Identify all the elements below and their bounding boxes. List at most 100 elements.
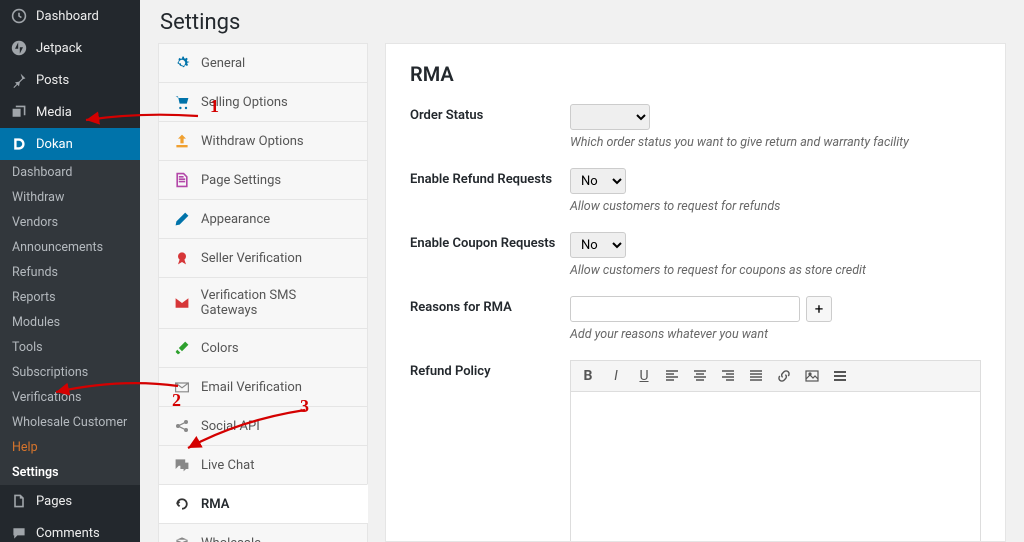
chat-icon [173,456,191,474]
nav-label: Posts [36,73,69,88]
nav-media[interactable]: Media [0,96,140,128]
reasons-desc: Add your reasons whatever you want [570,327,981,342]
tab-general[interactable]: General [158,43,368,82]
tab-seller-verification[interactable]: Seller Verification [158,238,368,277]
tab-colors[interactable]: Colors [158,328,368,367]
align-left-button[interactable] [661,365,683,387]
mail-icon [173,294,191,312]
tab-label: Appearance [201,212,270,227]
nav-pages[interactable]: Pages [0,485,140,517]
page-icon [173,171,191,189]
order-status-select[interactable] [570,104,650,130]
tab-label: RMA [201,497,229,512]
enable-coupon-select[interactable]: No [570,232,626,258]
sub-dashboard[interactable]: Dashboard [0,160,140,185]
sub-help[interactable]: Help [0,435,140,460]
tab-label: Verification SMS Gateways [201,288,353,318]
coupon-desc: Allow customers to request for coupons a… [570,263,981,278]
add-reason-button[interactable]: + [806,296,832,322]
order-status-desc: Which order status you want to give retu… [570,135,981,150]
sub-refunds[interactable]: Refunds [0,260,140,285]
sub-tools[interactable]: Tools [0,335,140,360]
gear-icon [173,54,191,72]
nav-dokan[interactable]: Dokan [0,128,140,160]
sub-withdraw[interactable]: Withdraw [0,185,140,210]
nav-comments[interactable]: Comments [0,517,140,542]
settings-panel: RMA Order Status Which order status you … [385,43,1006,542]
sub-verifications[interactable]: Verifications [0,385,140,410]
nav-dashboard[interactable]: Dashboard [0,0,140,32]
upload-icon [173,132,191,150]
dokan-icon [10,135,28,153]
tab-email-verification[interactable]: Email Verification [158,367,368,406]
tab-wholesale[interactable]: Wholesale [158,523,368,542]
nav-jetpack[interactable]: Jetpack [0,32,140,64]
page-title: Settings [140,0,1024,43]
undo-icon [173,495,191,513]
tab-label: Social API [201,419,260,434]
nav-label: Comments [36,526,100,541]
align-center-button[interactable] [689,365,711,387]
box-icon [173,534,191,542]
brush-icon [173,339,191,357]
envelope-icon [173,378,191,396]
sub-vendors[interactable]: Vendors [0,210,140,235]
dashboard-icon [10,7,28,25]
pin-icon [10,71,28,89]
refund-policy-editor: B I U [570,360,981,542]
tab-label: Email Verification [201,380,302,395]
refund-desc: Allow customers to request for refunds [570,199,981,214]
tab-sms-gateway[interactable]: Verification SMS Gateways [158,277,368,328]
jetpack-icon [10,39,28,57]
settings-tabs: General Selling Options Withdraw Options… [158,43,368,542]
nav-label: Dashboard [36,9,99,24]
cart-icon [173,93,191,111]
tab-withdraw[interactable]: Withdraw Options [158,121,368,160]
tab-selling[interactable]: Selling Options [158,82,368,121]
pages-icon [10,492,28,510]
more-button[interactable] [829,365,851,387]
comments-icon [10,524,28,542]
label-refund-policy: Refund Policy [410,360,570,379]
nav-posts[interactable]: Posts [0,64,140,96]
label-reasons: Reasons for RMA [410,296,570,315]
tab-label: Live Chat [201,458,254,473]
enable-refund-select[interactable]: No [570,168,626,194]
nav-label: Jetpack [36,41,82,56]
tab-label: Withdraw Options [201,134,304,149]
editor-toolbar: B I U [571,361,980,392]
tab-label: Colors [201,341,239,356]
tab-label: Wholesale [201,536,261,542]
tab-appearance[interactable]: Appearance [158,199,368,238]
tab-page[interactable]: Page Settings [158,160,368,199]
dokan-submenu: Dashboard Withdraw Vendors Announcements… [0,160,140,485]
sub-reports[interactable]: Reports [0,285,140,310]
sub-modules[interactable]: Modules [0,310,140,335]
tab-rma[interactable]: RMA [158,484,368,523]
reason-input[interactable] [570,296,800,322]
sub-wholesale-customer[interactable]: Wholesale Customer [0,410,140,435]
tab-label: Seller Verification [201,251,302,266]
tab-social-api[interactable]: Social API [158,406,368,445]
sub-settings[interactable]: Settings [0,460,140,485]
underline-button[interactable]: U [633,365,655,387]
image-button[interactable] [801,365,823,387]
bold-button[interactable]: B [577,365,599,387]
content-area: Settings General Selling Options Withdra… [140,0,1024,542]
italic-button[interactable]: I [605,365,627,387]
tab-live-chat[interactable]: Live Chat [158,445,368,484]
wp-admin-sidebar: Dashboard Jetpack Posts Media Dokan Dash… [0,0,140,542]
badge-icon [173,249,191,267]
sub-announcements[interactable]: Announcements [0,235,140,260]
align-justify-button[interactable] [745,365,767,387]
editor-body[interactable] [571,392,980,542]
nav-label: Pages [36,494,72,509]
media-icon [10,103,28,121]
nav-label: Dokan [36,137,73,152]
nav-label: Media [36,105,72,120]
link-button[interactable] [773,365,795,387]
label-enable-coupon: Enable Coupon Requests [410,232,570,251]
sub-subscriptions[interactable]: Subscriptions [0,360,140,385]
panel-heading: RMA [410,62,981,86]
align-right-button[interactable] [717,365,739,387]
